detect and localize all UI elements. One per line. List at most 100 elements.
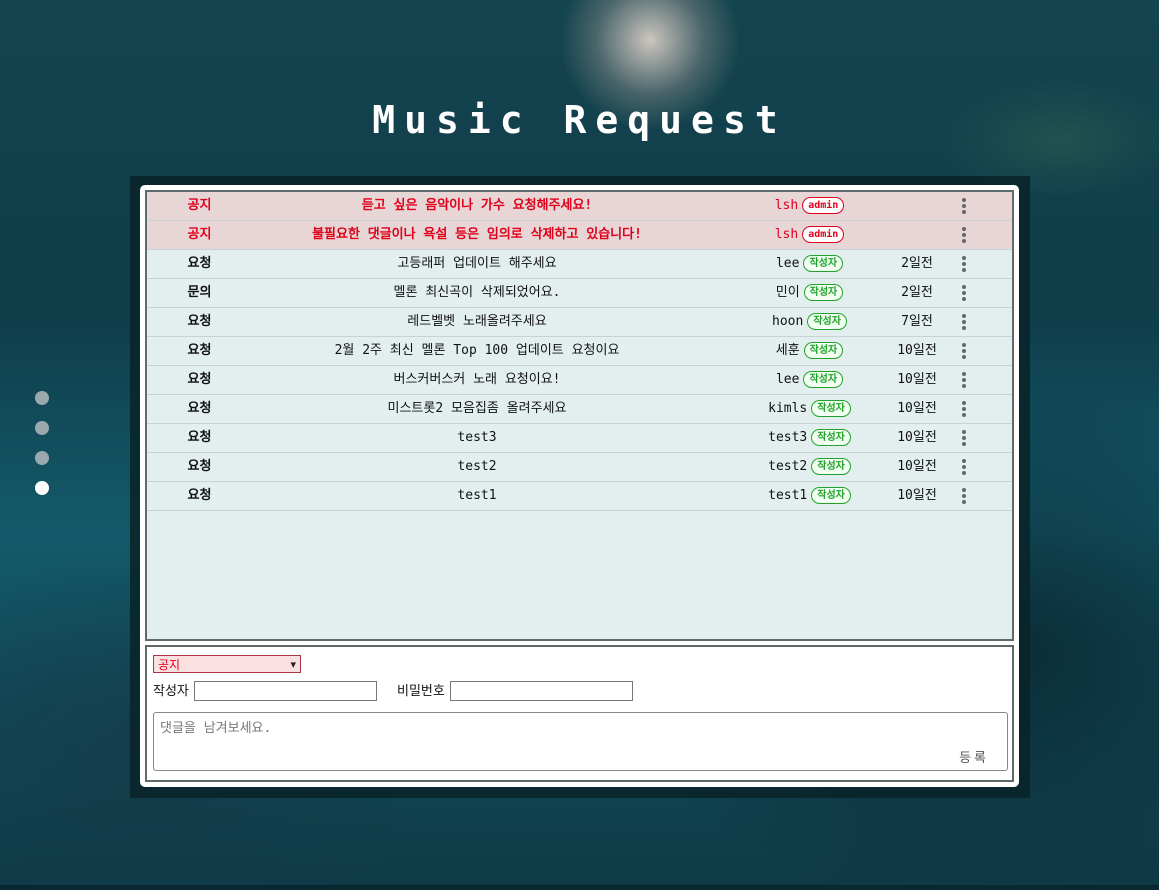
row-date: 2일전 (901, 285, 933, 300)
kebab-menu-icon[interactable] (957, 395, 971, 423)
submit-button[interactable]: 등록 (959, 747, 989, 766)
table-row[interactable]: 요청 test3 test3 작성자 10일전 (147, 424, 1012, 453)
row-author-name: lee (775, 372, 800, 387)
row-category: 공지 (187, 198, 212, 213)
comment-placeholder: 댓글을 남겨보세요. (160, 721, 272, 736)
row-category: 요청 (187, 343, 212, 358)
row-title[interactable]: 불필요한 댓글이나 욕설 등은 임의로 삭제하고 있습니다! (257, 221, 697, 249)
category-select[interactable]: 공지 ▾ (153, 655, 301, 673)
bottom-edge (0, 885, 1159, 890)
row-date: 7일전 (901, 314, 933, 329)
comment-textarea[interactable]: 댓글을 남겨보세요. 등록 (153, 712, 1008, 771)
kebab-menu-icon[interactable] (957, 482, 971, 510)
row-title[interactable]: 버스커버스커 노래 요청이요! (257, 366, 697, 394)
notice-row[interactable]: 공지 불필요한 댓글이나 욕설 등은 임의로 삭제하고 있습니다! lsh admin (147, 221, 1012, 250)
row-title[interactable]: 2월 2주 최신 멜론 Top 100 업데이트 요청이요 (257, 337, 697, 365)
request-list: 공지 듣고 싶은 음악이나 가수 요청해주세요! lsh admin 공지 불필요한 댓글… (145, 190, 1014, 641)
row-author: test3 작성자 (742, 424, 877, 452)
role-badge: 작성자 (811, 458, 851, 475)
row-author: lsh admin (742, 192, 877, 220)
row-author: 세훈 작성자 (742, 337, 877, 365)
kebab-menu-icon[interactable] (957, 192, 971, 220)
row-date: 10일전 (897, 343, 937, 358)
row-title[interactable]: test1 (257, 482, 697, 510)
row-category: 공지 (187, 227, 212, 242)
pager-dot-2[interactable] (35, 421, 49, 435)
row-author-name: 세훈 (775, 343, 800, 358)
row-author: lsh admin (742, 221, 877, 249)
row-author-name: lee (775, 256, 800, 271)
pager-dot-3[interactable] (35, 451, 49, 465)
table-row[interactable]: 요청 미스트롯2 모음집좀 올려주세요 kimls 작성자 10일전 (147, 395, 1012, 424)
row-author-name: 민이 (775, 285, 800, 300)
row-date: 10일전 (897, 430, 937, 445)
row-author: lee 작성자 (742, 366, 877, 394)
row-author: test2 작성자 (742, 453, 877, 481)
table-row[interactable]: 요청 레드벨벳 노래올려주세요 hoon 작성자 7일전 (147, 308, 1012, 337)
kebab-menu-icon[interactable] (957, 453, 971, 481)
row-date: 10일전 (897, 401, 937, 416)
kebab-menu-icon[interactable] (957, 308, 971, 336)
category-select-value: 공지 (158, 658, 181, 672)
notice-row[interactable]: 공지 듣고 싶은 음악이나 가수 요청해주세요! lsh admin (147, 192, 1012, 221)
kebab-menu-icon[interactable] (957, 366, 971, 394)
kebab-menu-icon[interactable] (957, 250, 971, 278)
row-date: 2일전 (901, 256, 933, 271)
row-author: hoon 작성자 (742, 308, 877, 336)
table-row[interactable]: 요청 test2 test2 작성자 10일전 (147, 453, 1012, 482)
role-badge: admin (802, 226, 845, 243)
row-category: 요청 (187, 314, 212, 329)
row-category: 요청 (187, 459, 212, 474)
row-category: 요청 (187, 256, 212, 271)
row-author: kimls 작성자 (742, 395, 877, 423)
table-row[interactable]: 요청 2월 2주 최신 멜론 Top 100 업데이트 요청이요 세훈 작성자 10일전 (147, 337, 1012, 366)
password-input[interactable] (450, 681, 633, 701)
role-badge: 작성자 (811, 487, 851, 504)
row-title[interactable]: 고등래퍼 업데이트 해주세요 (257, 250, 697, 278)
row-author-name: test3 (768, 430, 808, 445)
role-badge: 작성자 (803, 342, 844, 359)
role-badge: 작성자 (803, 284, 844, 301)
role-badge: 작성자 (811, 400, 851, 417)
row-title[interactable]: 듣고 싶은 음악이나 가수 요청해주세요! (257, 192, 697, 220)
chevron-down-icon: ▾ (290, 658, 296, 671)
role-badge: 작성자 (811, 429, 851, 446)
kebab-menu-icon[interactable] (957, 337, 971, 365)
role-badge: 작성자 (807, 313, 847, 330)
row-author-name: lsh (774, 227, 799, 242)
row-category: 문의 (187, 285, 212, 300)
table-row[interactable]: 요청 test1 test1 작성자 10일전 (147, 482, 1012, 511)
row-author-name: lsh (774, 198, 799, 213)
author-input[interactable] (194, 681, 377, 701)
row-title[interactable]: test3 (257, 424, 697, 452)
row-category: 요청 (187, 488, 212, 503)
role-badge: admin (802, 197, 845, 214)
row-title[interactable]: 멜론 최신곡이 삭제되었어요. (257, 279, 697, 307)
row-title[interactable]: 미스트롯2 모음집좀 올려주세요 (257, 395, 697, 423)
row-date: 10일전 (897, 459, 937, 474)
table-row[interactable]: 요청 고등래퍼 업데이트 해주세요 lee 작성자 2일전 (147, 250, 1012, 279)
row-author-name: kimls (768, 401, 808, 416)
row-author: lee 작성자 (742, 250, 877, 278)
role-badge: 작성자 (803, 371, 844, 388)
kebab-menu-icon[interactable] (957, 279, 971, 307)
kebab-menu-icon[interactable] (957, 221, 971, 249)
pager-dot-4[interactable] (35, 481, 49, 495)
row-author: test1 작성자 (742, 482, 877, 510)
comment-form: 공지 ▾ 작성자 비밀번호 댓글을 남겨보세요. 등록 (145, 645, 1014, 782)
pager-dot-1[interactable] (35, 391, 49, 405)
kebab-menu-icon[interactable] (957, 424, 971, 452)
table-row[interactable]: 문의 멜론 최신곡이 삭제되었어요. 민이 작성자 2일전 (147, 279, 1012, 308)
row-date (882, 192, 952, 220)
section-pager (35, 391, 51, 511)
row-category: 요청 (187, 372, 212, 387)
password-label: 비밀번호 (397, 684, 445, 699)
row-date: 10일전 (897, 488, 937, 503)
row-title[interactable]: 레드벨벳 노래올려주세요 (257, 308, 697, 336)
row-category: 요청 (187, 401, 212, 416)
table-row[interactable]: 요청 버스커버스커 노래 요청이요! lee 작성자 10일전 (147, 366, 1012, 395)
row-author-name: test2 (768, 459, 808, 474)
row-date: 10일전 (897, 372, 937, 387)
row-title[interactable]: test2 (257, 453, 697, 481)
page-title: Music Request (372, 98, 787, 142)
